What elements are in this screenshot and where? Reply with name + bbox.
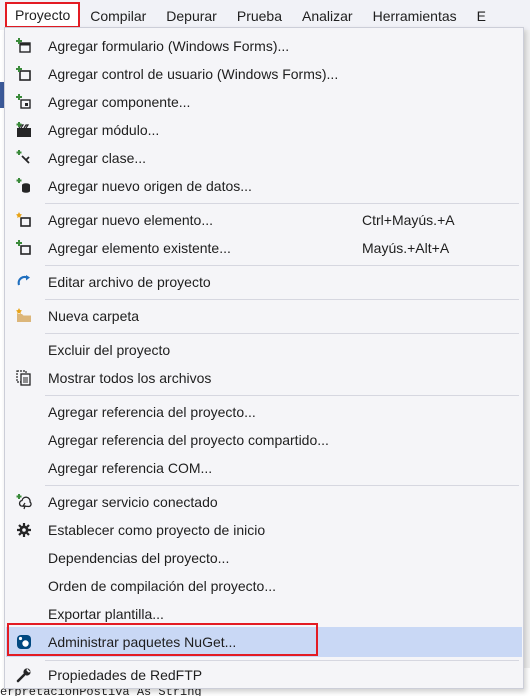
show-all-files-icon	[6, 364, 42, 392]
menu-item-add-com-reference[interactable]: Agregar referencia COM...	[6, 454, 522, 482]
menu-bar: Proyecto Compilar Depurar Prueba Analiza…	[0, 0, 530, 30]
menu-separator	[45, 485, 519, 486]
menu-item-project-build-order[interactable]: Orden de compilación del proyecto...	[6, 572, 522, 600]
menu-item-export-template[interactable]: Exportar plantilla...	[6, 600, 522, 628]
menu-depurar[interactable]: Depurar	[156, 1, 227, 29]
connected-service-icon	[6, 488, 42, 516]
menu-item-add-class[interactable]: Agregar clase...	[6, 144, 522, 172]
menu-separator	[45, 333, 519, 334]
menu-item-add-datasource[interactable]: Agregar nuevo origen de datos...	[6, 172, 522, 200]
editor-scrollbar[interactable]	[524, 28, 530, 668]
menu-item-set-as-startup-project[interactable]: Establecer como proyecto de inicio	[6, 516, 522, 544]
menu-separator	[45, 299, 519, 300]
menu-item-show-all-files[interactable]: Mostrar todos los archivos	[6, 364, 522, 392]
nuget-icon	[6, 628, 42, 656]
add-module-icon	[6, 116, 42, 144]
menu-item-add-component[interactable]: Agregar componente...	[6, 88, 522, 116]
menu-separator	[45, 265, 519, 266]
menu-extensiones[interactable]: E	[467, 1, 496, 29]
menu-item-project-dependencies[interactable]: Dependencias del proyecto...	[6, 544, 522, 572]
add-new-item-icon	[6, 206, 42, 234]
proyecto-dropdown-menu: Agregar formulario (Windows Forms)... Ag…	[4, 27, 524, 689]
menu-separator	[45, 203, 519, 204]
new-folder-icon	[6, 302, 42, 330]
menu-prueba[interactable]: Prueba	[227, 1, 292, 29]
menu-proyecto[interactable]: Proyecto	[5, 2, 81, 28]
add-user-control-icon	[6, 60, 42, 88]
menu-item-add-existing-item[interactable]: Agregar elemento existente... Mayús.+Alt…	[6, 234, 522, 262]
menu-item-add-project-reference[interactable]: Agregar referencia del proyecto...	[6, 398, 522, 426]
add-existing-item-icon	[6, 234, 42, 262]
menu-item-properties[interactable]: Propiedades de RedFTP	[6, 661, 522, 689]
menu-item-add-new-item[interactable]: Agregar nuevo elemento... Ctrl+Mayús.+A	[6, 206, 522, 234]
menu-item-add-shared-project-reference[interactable]: Agregar referencia del proyecto comparti…	[6, 426, 522, 454]
add-form-icon	[6, 32, 42, 60]
menu-item-add-module[interactable]: Agregar módulo...	[6, 116, 522, 144]
menu-analizar[interactable]: Analizar	[292, 1, 363, 29]
menu-item-add-connected-service[interactable]: Agregar servicio conectado	[6, 488, 522, 516]
editor-code-line: erpretacionPostiva As String	[0, 688, 202, 696]
menu-compilar[interactable]: Compilar	[80, 1, 156, 29]
gear-icon	[6, 516, 42, 544]
menu-item-add-user-control[interactable]: Agregar control de usuario (Windows Form…	[6, 60, 522, 88]
add-component-icon	[6, 88, 42, 116]
menu-item-manage-nuget-packages[interactable]: Administrar paquetes NuGet...	[6, 627, 522, 657]
wrench-icon	[6, 661, 42, 689]
menu-separator	[45, 395, 519, 396]
menu-herramientas[interactable]: Herramientas	[363, 1, 467, 29]
menu-item-edit-project-file[interactable]: Editar archivo de proyecto	[6, 268, 522, 296]
edit-project-icon	[6, 268, 42, 296]
add-datasource-icon	[6, 172, 42, 200]
menu-item-new-folder[interactable]: Nueva carpeta	[6, 302, 522, 330]
add-class-icon	[6, 144, 42, 172]
menu-item-exclude-from-project[interactable]: Excluir del proyecto	[6, 336, 522, 364]
menu-item-add-form[interactable]: Agregar formulario (Windows Forms)...	[6, 32, 522, 60]
